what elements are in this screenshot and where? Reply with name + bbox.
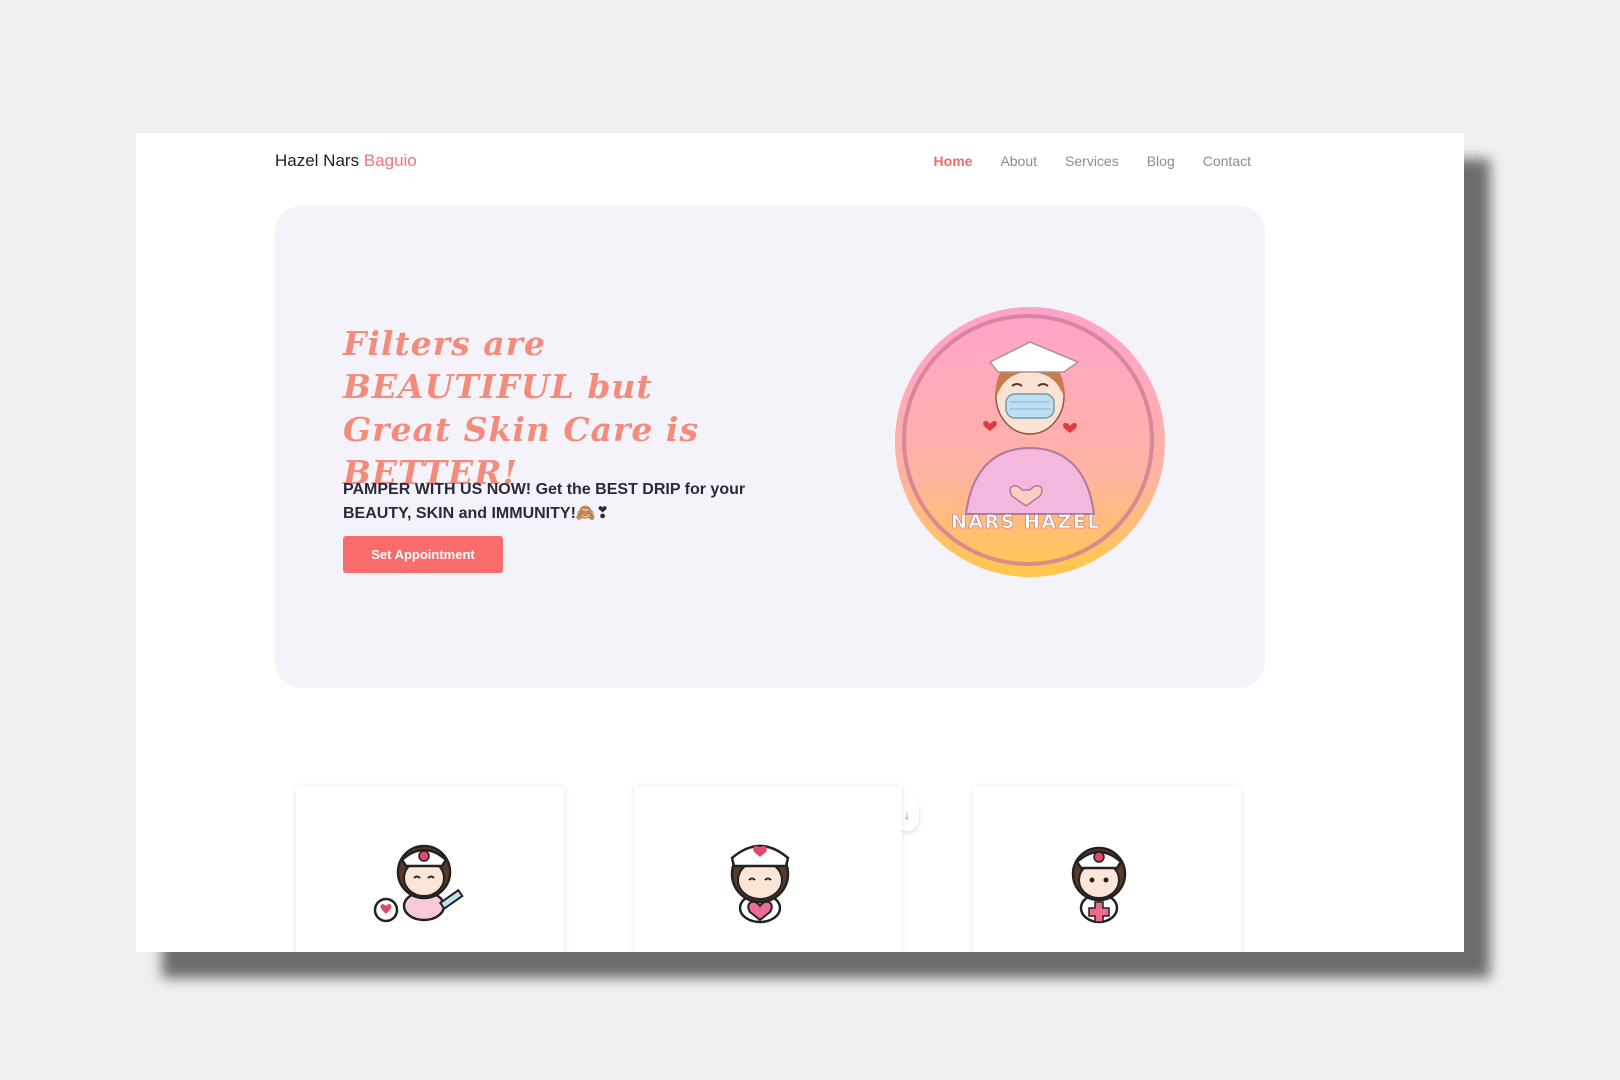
nav-home[interactable]: Home bbox=[934, 153, 973, 169]
hero-title: Filters are BEAUTIFUL but Great Skin Car… bbox=[343, 324, 700, 492]
nav-about[interactable]: About bbox=[1000, 153, 1037, 169]
set-appointment-button[interactable]: Set Appointment bbox=[343, 536, 503, 573]
main-nav: Home About Services Blog Contact bbox=[934, 153, 1251, 169]
nav-contact[interactable]: Contact bbox=[1203, 153, 1251, 169]
nav-blog[interactable]: Blog bbox=[1147, 153, 1175, 169]
website-screenshot-frame: Hazel Nars Baguio Home About Services Bl… bbox=[136, 133, 1464, 952]
hero-subtitle: PAMPER WITH US NOW! Get the BEST DRIP fo… bbox=[343, 481, 746, 522]
brand-name: Hazel Nars bbox=[275, 151, 360, 170]
nav-services[interactable]: Services bbox=[1065, 153, 1119, 169]
nurse-heart-icon bbox=[730, 844, 790, 924]
logo-text: NARS HAZEL bbox=[951, 511, 1101, 533]
service-card-3[interactable] bbox=[973, 786, 1241, 952]
service-card-1[interactable] bbox=[296, 786, 564, 952]
nars-hazel-logo: NARS HAZEL bbox=[895, 307, 1165, 577]
hero-section: Filters are BEAUTIFUL but Great Skin Car… bbox=[275, 206, 1265, 688]
nurse-cross-icon bbox=[1071, 846, 1127, 924]
brand-location: Baguio bbox=[363, 151, 417, 170]
nurse-syringe-icon bbox=[373, 844, 464, 923]
site-brand[interactable]: Hazel Nars Baguio bbox=[275, 151, 417, 171]
arrow-down-icon: ↓ bbox=[903, 806, 911, 822]
service-card-2[interactable] bbox=[634, 786, 902, 952]
